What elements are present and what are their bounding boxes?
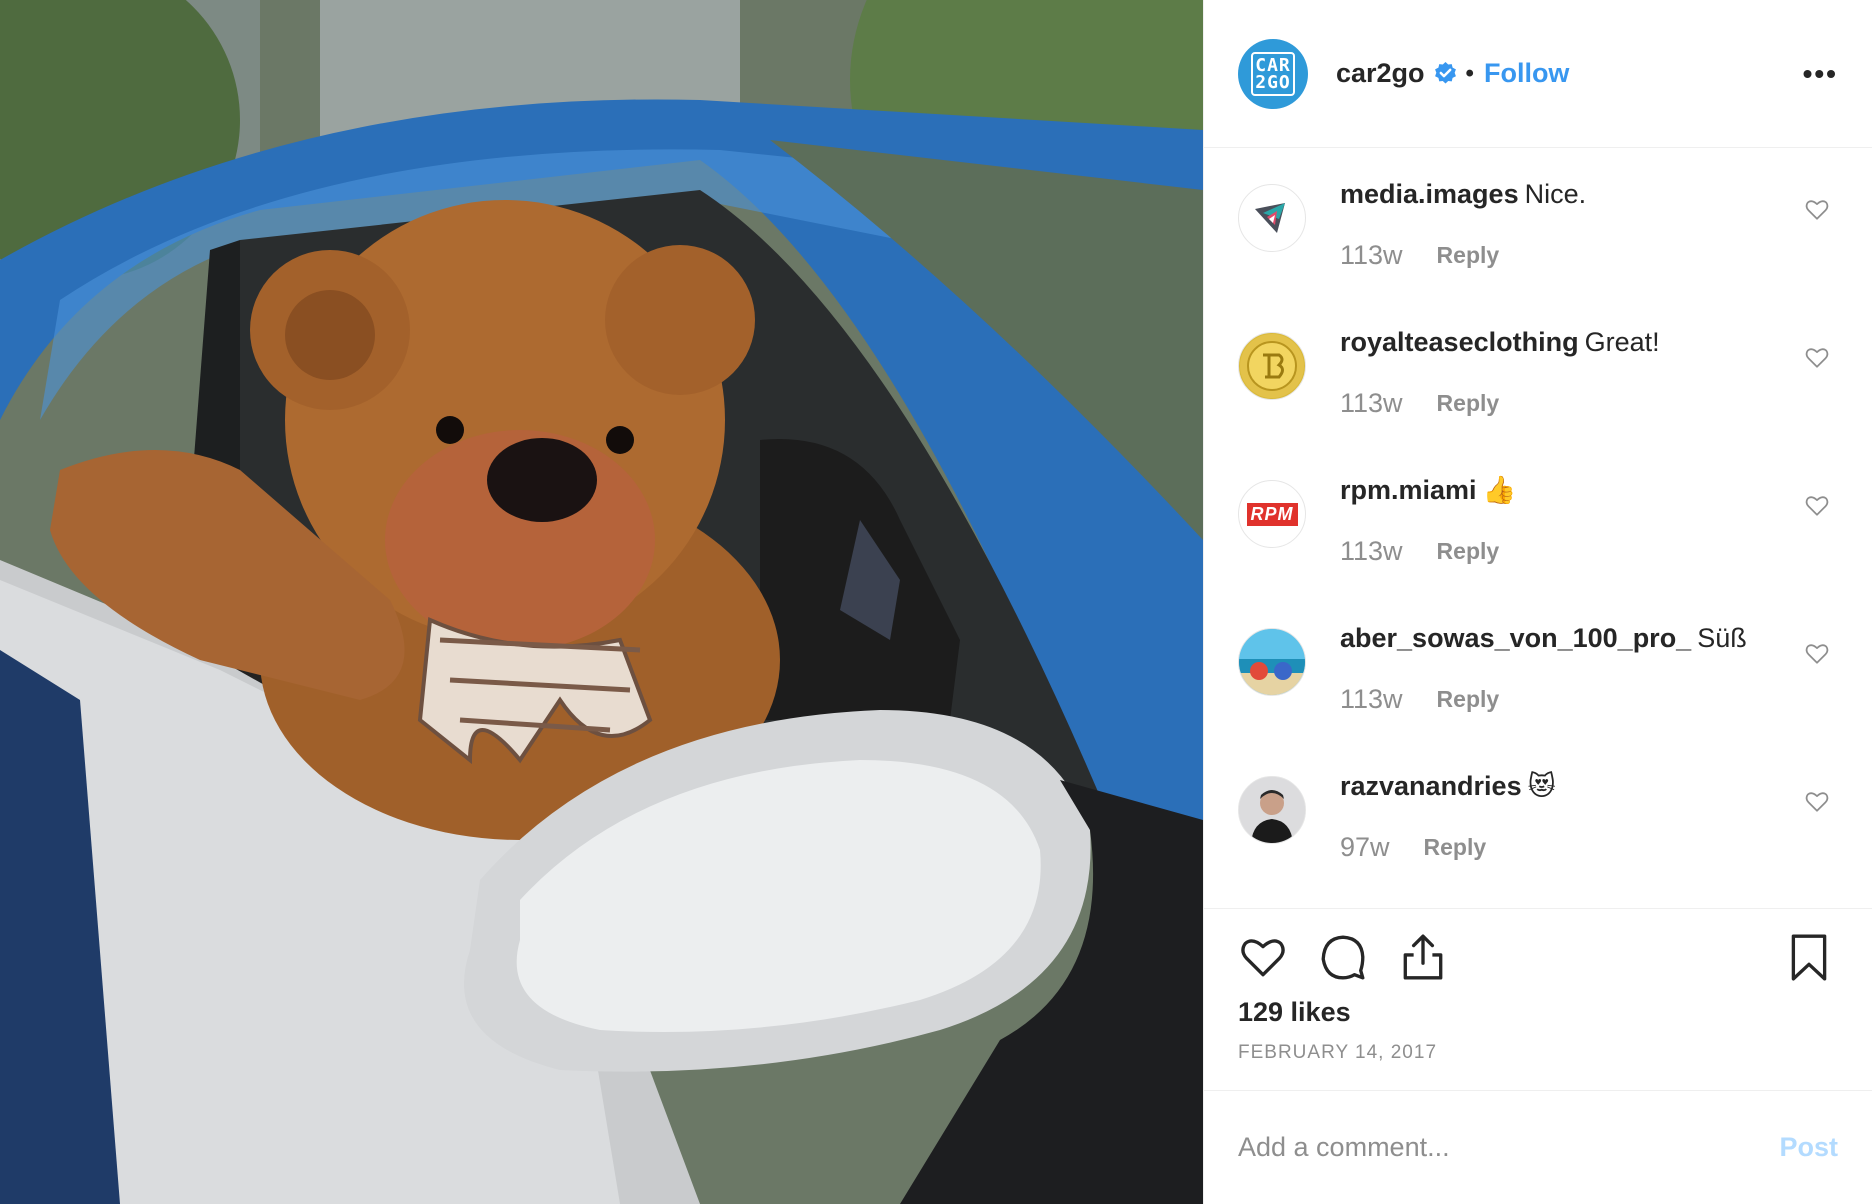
comment-username[interactable]: rpm.miami bbox=[1340, 475, 1477, 505]
comment-time[interactable]: 113w bbox=[1340, 684, 1403, 715]
car2go-avatar[interactable]: CAR 2GO bbox=[1238, 38, 1308, 109]
commenter-avatar[interactable] bbox=[1238, 628, 1306, 696]
comment-body: royalteaseclothing Great! 113w Reply bbox=[1340, 316, 1838, 419]
comment-item: RPM rpm.miami 👍 113w Reply bbox=[1238, 464, 1838, 612]
car2go-logo-icon: CAR 2GO bbox=[1251, 51, 1295, 96]
logo-line-1: CAR bbox=[1255, 54, 1291, 76]
comment-text: rpm.miami 👍 bbox=[1340, 474, 1838, 506]
post-actions: 129 likes FEBRUARY 14, 2017 bbox=[1204, 909, 1872, 1090]
reply-button[interactable]: Reply bbox=[1437, 390, 1500, 417]
post-photo[interactable] bbox=[0, 0, 1203, 1204]
rpm-logo-icon: RPM bbox=[1246, 502, 1298, 526]
comment-username[interactable]: aber_sowas_von_100_pro_ bbox=[1340, 623, 1691, 653]
separator-dot: • bbox=[1465, 59, 1474, 87]
comment-content: 👍 bbox=[1482, 475, 1517, 505]
comment-time[interactable]: 113w bbox=[1340, 388, 1403, 419]
comment-content: Nice. bbox=[1524, 179, 1587, 209]
comment-content: Great! bbox=[1584, 327, 1660, 357]
post-author-username[interactable]: car2go bbox=[1336, 58, 1425, 89]
add-comment-input[interactable] bbox=[1238, 1132, 1780, 1163]
comment-body: rpm.miami 👍 113w Reply bbox=[1340, 464, 1838, 567]
comment-item: media.images Nice. 113w Reply bbox=[1238, 168, 1838, 316]
comment-username[interactable]: royalteaseclothing bbox=[1340, 327, 1579, 357]
reply-button[interactable]: Reply bbox=[1437, 242, 1500, 269]
like-comment-heart-icon[interactable] bbox=[1804, 788, 1830, 814]
commenter-avatar[interactable] bbox=[1238, 776, 1306, 844]
comment-username[interactable]: media.images bbox=[1340, 179, 1519, 209]
comment-icon[interactable] bbox=[1318, 932, 1368, 982]
comment-username[interactable]: razvanandries bbox=[1340, 771, 1522, 801]
post-header: CAR 2GO car2go • Follow ••• bbox=[1204, 0, 1872, 148]
share-icon[interactable] bbox=[1398, 932, 1448, 982]
comment-item: aber_sowas_von_100_pro_ Süß 113w Reply bbox=[1238, 612, 1838, 760]
comment-item: royalteaseclothing Great! 113w Reply bbox=[1238, 316, 1838, 464]
like-comment-heart-icon[interactable] bbox=[1804, 640, 1830, 666]
comment-item: razvanandries 😻 97w Reply bbox=[1238, 760, 1838, 908]
comment-time[interactable]: 113w bbox=[1340, 240, 1403, 271]
comment-time[interactable]: 97w bbox=[1340, 832, 1390, 863]
teddy-bear-in-car-photo bbox=[0, 0, 1203, 1204]
comment-body: aber_sowas_von_100_pro_ Süß 113w Reply bbox=[1340, 612, 1838, 715]
comment-body: media.images Nice. 113w Reply bbox=[1340, 168, 1838, 271]
comment-text: razvanandries 😻 bbox=[1340, 770, 1838, 802]
instagram-post: CAR 2GO car2go • Follow ••• media.images… bbox=[0, 0, 1872, 1204]
more-options-icon[interactable]: ••• bbox=[1803, 59, 1838, 88]
comments-list[interactable]: media.images Nice. 113w Reply royaltease… bbox=[1204, 148, 1872, 909]
post-date[interactable]: FEBRUARY 14, 2017 bbox=[1238, 1042, 1838, 1090]
comment-meta: 113w Reply bbox=[1340, 536, 1838, 567]
comment-meta: 113w Reply bbox=[1340, 684, 1838, 715]
heart-icon[interactable] bbox=[1238, 932, 1288, 982]
comment-body: razvanandries 😻 97w Reply bbox=[1340, 760, 1838, 863]
likes-count[interactable]: 129 likes bbox=[1238, 997, 1838, 1028]
add-comment-bar: Post bbox=[1204, 1090, 1872, 1204]
like-comment-heart-icon[interactable] bbox=[1804, 196, 1830, 222]
logo-line-2: 2GO bbox=[1255, 71, 1291, 93]
post-side-panel: CAR 2GO car2go • Follow ••• media.images… bbox=[1203, 0, 1872, 1204]
comment-text: media.images Nice. bbox=[1340, 178, 1838, 210]
verified-badge-icon bbox=[1434, 62, 1456, 84]
post-comment-button[interactable]: Post bbox=[1779, 1132, 1838, 1163]
comment-text: aber_sowas_von_100_pro_ Süß bbox=[1340, 622, 1838, 654]
comment-meta: 113w Reply bbox=[1340, 388, 1838, 419]
comment-text: royalteaseclothing Great! bbox=[1340, 326, 1838, 358]
person-photo-icon bbox=[1239, 777, 1305, 843]
comment-content: Süß bbox=[1697, 623, 1747, 653]
royaltease-logo-icon bbox=[1240, 334, 1304, 398]
media-images-logo-icon bbox=[1255, 203, 1285, 233]
commenter-avatar[interactable] bbox=[1238, 332, 1306, 400]
comment-meta: 113w Reply bbox=[1340, 240, 1838, 271]
follow-button[interactable]: Follow bbox=[1484, 58, 1569, 89]
commenter-avatar[interactable] bbox=[1238, 184, 1306, 252]
reply-button[interactable]: Reply bbox=[1437, 538, 1500, 565]
bookmark-icon[interactable] bbox=[1784, 932, 1834, 982]
comment-meta: 97w Reply bbox=[1340, 832, 1838, 863]
like-comment-heart-icon[interactable] bbox=[1804, 344, 1830, 370]
beach-photo-icon bbox=[1239, 629, 1305, 695]
comment-time[interactable]: 113w bbox=[1340, 536, 1403, 567]
reply-button[interactable]: Reply bbox=[1424, 834, 1487, 861]
commenter-avatar[interactable]: RPM bbox=[1238, 480, 1306, 548]
like-comment-heart-icon[interactable] bbox=[1804, 492, 1830, 518]
reply-button[interactable]: Reply bbox=[1437, 686, 1500, 713]
action-icons-row bbox=[1238, 929, 1838, 985]
comment-content: 😻 bbox=[1527, 771, 1556, 801]
